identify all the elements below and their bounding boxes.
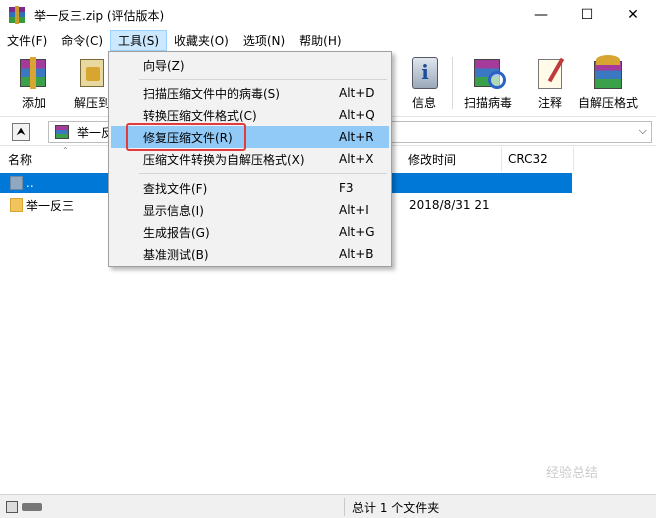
toolbar-separator [452,57,453,109]
scan-virus-icon [470,55,506,91]
highlight-annotation [126,123,246,151]
menu-item-benchmark[interactable]: 基准测试(B) Alt+B [111,243,389,265]
menu-tools[interactable]: 工具(S) [110,30,168,51]
menu-item-convert-sfx[interactable]: 压缩文件转换为自解压格式(X) Alt+X [111,148,389,170]
info-button[interactable]: i 信息 [406,53,442,113]
winrar-app-icon [8,6,26,24]
up-folder-button[interactable]: ⮝ [12,123,30,141]
chevron-down-icon[interactable]: ⌵ [639,124,647,138]
menu-help[interactable]: 帮助(H) [292,30,348,51]
status-text: 总计 1 个文件夹 [352,501,440,515]
menu-favorites[interactable]: 收藏夹(O) [167,30,236,51]
status-divider [344,498,345,516]
archive-icon [55,125,69,139]
comment-button[interactable]: 注释 [532,53,568,113]
key-icon[interactable] [22,503,42,511]
column-name[interactable]: 名称 ⌃ [2,146,122,171]
add-button[interactable]: 添加 [16,53,52,113]
column-name-label: 名称 [8,152,33,167]
column-modified-label: 修改时间 [408,152,457,167]
add-archive-icon [16,55,52,91]
window-title: 举一反三.zip (评估版本) [34,8,165,23]
file-name: 举一反三 [26,198,75,213]
sfx-button[interactable]: 自解压格式 [578,53,638,113]
menu-item-wizard[interactable]: 向导(Z) [111,54,389,76]
scan-virus-label: 扫描病毒 [464,96,513,110]
menu-commands[interactable]: 命令(C) [54,30,110,51]
sort-arrow-icon: ⌃ [62,146,69,155]
watermark: 经验总结 [546,466,599,481]
close-button[interactable]: ✕ [610,0,656,30]
title-bar: 举一反三.zip (评估版本) — ☐ ✕ [0,0,656,30]
menu-item-scan-virus[interactable]: 扫描压缩文件中的病毒(S) Alt+D [111,82,389,104]
comment-icon [532,55,568,91]
extract-icon [74,55,110,91]
file-modified: 2018/8/31 21 [409,198,490,212]
status-bar: 总计 1 个文件夹 [0,494,656,518]
column-modified[interactable]: 修改时间 [402,147,502,171]
menu-separator [139,173,387,174]
menu-file[interactable]: 文件(F) [0,30,54,51]
menu-separator [139,79,387,80]
menu-item-show-info[interactable]: 显示信息(I) Alt+I [111,199,389,221]
menu-item-generate-report[interactable]: 生成报告(G) Alt+G [111,221,389,243]
column-crc[interactable]: CRC32 [502,147,574,171]
up-arrow-icon: ⮝ [16,125,26,138]
menu-options[interactable]: 选项(N) [236,30,292,51]
info-label: 信息 [411,96,436,110]
drive-icon[interactable] [6,501,18,513]
add-label: 添加 [21,96,46,110]
extract-to-label: 解压到 [74,96,111,110]
menu-item-find-files[interactable]: 查找文件(F) F3 [111,177,389,199]
sfx-label: 自解压格式 [578,96,639,110]
minimize-button[interactable]: — [518,0,564,30]
sfx-icon [590,55,626,91]
extract-to-button[interactable]: 解压到 [74,53,110,113]
comment-label: 注释 [537,96,562,110]
info-icon: i [406,55,442,91]
column-crc-label: CRC32 [508,152,548,166]
parent-folder-icon [10,176,23,190]
scan-virus-button[interactable]: 扫描病毒 [464,53,512,113]
maximize-button[interactable]: ☐ [564,0,610,30]
folder-icon [10,198,23,212]
tools-menu: 向导(Z) 扫描压缩文件中的病毒(S) Alt+D 转换压缩文件格式(C) Al… [108,51,392,267]
menu-bar: 文件(F) 命令(C) 工具(S) 收藏夹(O) 选项(N) 帮助(H) [0,30,656,51]
file-name: .. [26,176,34,190]
